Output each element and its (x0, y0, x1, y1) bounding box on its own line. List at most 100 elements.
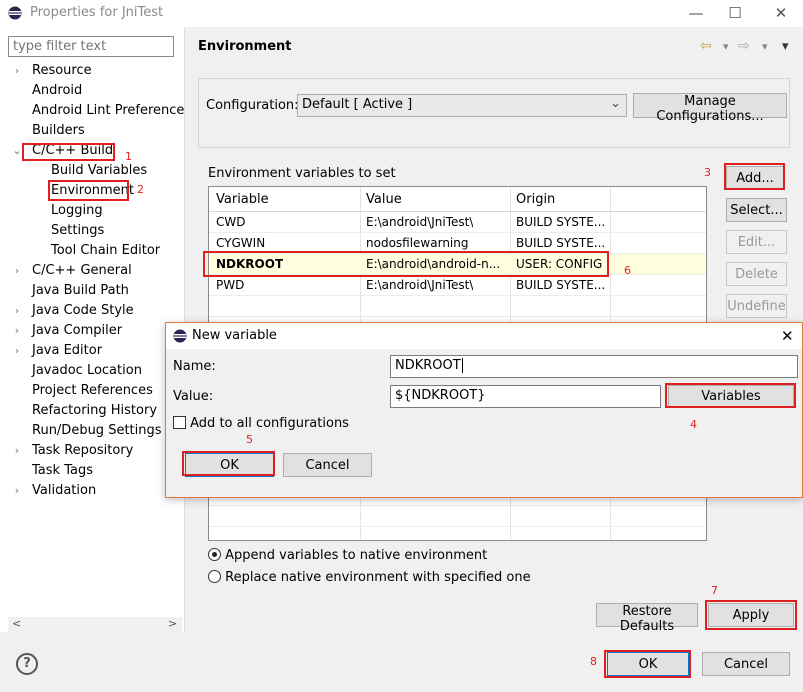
annotation-box-5 (182, 451, 275, 476)
dialog-cancel-button[interactable]: Cancel (283, 453, 372, 477)
window-title: Properties for JniTest (30, 5, 164, 20)
annotation-box-1 (22, 143, 115, 161)
chevron-right-icon[interactable]: › (12, 261, 22, 281)
cancel-button[interactable]: Cancel (702, 652, 790, 676)
scroll-left-arrow[interactable]: < (12, 617, 21, 630)
row-origin: BUILD SYSTE... (516, 278, 606, 292)
tree-item-label: Refactoring History (32, 403, 158, 418)
tree-item[interactable]: › Resource (12, 61, 182, 81)
tree-item[interactable]: Settings (12, 221, 182, 241)
chevron-right-icon[interactable]: › (12, 321, 22, 341)
back-menu-icon[interactable]: ▾ (723, 40, 729, 53)
tree-item[interactable]: Task Tags (12, 461, 182, 481)
tree-item[interactable]: Project References (12, 381, 182, 401)
edit-button[interactable]: Edit... (726, 230, 787, 254)
table-row[interactable]: CWD E:\android\JniTest\ BUILD SYSTE... (209, 212, 706, 232)
chevron-right-icon[interactable]: › (12, 341, 22, 361)
name-field-value: NDKROOT (395, 358, 461, 373)
radio-button-icon (208, 548, 221, 561)
text-cursor (461, 358, 463, 373)
tree-item-label: Task Tags (32, 463, 93, 478)
row-origin: BUILD SYSTE... (516, 236, 606, 250)
forward-menu-icon[interactable]: ▾ (762, 40, 768, 53)
tree-item-label: Javadoc Location (32, 363, 142, 378)
help-icon[interactable]: ? (16, 653, 38, 675)
tree-item[interactable]: › Java Compiler (12, 321, 182, 341)
filter-input[interactable] (8, 36, 174, 57)
tree-item-label: Validation (32, 483, 97, 498)
chevron-down-icon[interactable]: ⌄ (12, 141, 22, 161)
manage-configurations-button[interactable]: Manage Configurations... (633, 93, 787, 124)
column-header-variable[interactable]: Variable (216, 192, 269, 207)
tree-item[interactable]: Builders (12, 121, 182, 141)
tree-item-label: Run/Debug Settings (32, 423, 162, 438)
tree-item[interactable]: › Task Repository (12, 441, 182, 461)
tree-item[interactable]: Logging (12, 201, 182, 221)
annotation-number: 8 (590, 655, 597, 668)
tree-item[interactable]: Tool Chain Editor (12, 241, 182, 261)
column-header-value[interactable]: Value (366, 192, 402, 207)
table-row[interactable]: PWD E:\android\JniTest\ BUILD SYSTE... (209, 275, 706, 295)
tree-item-label: Builders (32, 123, 85, 138)
row-variable: CYGWIN (216, 236, 266, 250)
annotation-number: 6 (624, 264, 631, 277)
minimize-button[interactable]: — (686, 3, 706, 23)
replace-radio[interactable]: Replace native environment with specifie… (208, 570, 531, 586)
add-to-all-checkbox[interactable]: Add to all configurations (173, 416, 349, 431)
close-icon[interactable]: ✕ (781, 327, 794, 345)
tree-item[interactable]: Android (12, 81, 182, 101)
tree-item-label: C/C++ General (32, 263, 132, 278)
tree-item[interactable]: Refactoring History (12, 401, 182, 421)
tree-item[interactable]: Run/Debug Settings (12, 421, 182, 441)
row-value: nodosfilewarning (366, 236, 469, 250)
row-variable: PWD (216, 278, 245, 292)
tree-item-label: Task Repository (32, 443, 134, 458)
close-window-button[interactable]: ✕ (771, 3, 791, 23)
back-arrow-icon[interactable]: ⇦ (700, 38, 712, 54)
tree-item[interactable]: Java Build Path (12, 281, 182, 301)
append-radio-label: Append variables to native environment (225, 548, 488, 563)
select-button[interactable]: Select... (726, 198, 787, 222)
chevron-right-icon[interactable]: › (12, 481, 22, 501)
eclipse-icon (173, 329, 187, 343)
chevron-right-icon[interactable]: › (12, 441, 22, 461)
tree-item[interactable]: › Java Editor (12, 341, 182, 361)
value-field-value: ${NDKROOT} (395, 388, 486, 403)
eclipse-icon (8, 6, 22, 20)
tree-item[interactable]: Build Variables (12, 161, 182, 181)
undefine-button[interactable]: Undefine (726, 294, 787, 318)
tree-item[interactable]: › C/C++ General (12, 261, 182, 281)
tree-horizontal-scrollbar[interactable]: < > (8, 617, 182, 632)
property-tree: › Resource Android Android Lint Preferences… (12, 61, 191, 501)
tree-item-label: Logging (51, 203, 103, 218)
maximize-button[interactable]: ☐ (725, 3, 745, 23)
name-label: Name: (173, 359, 216, 374)
value-label: Value: (173, 389, 214, 404)
chevron-right-icon[interactable]: › (12, 61, 22, 81)
append-radio[interactable]: Append variables to native environment (208, 548, 487, 564)
name-field[interactable]: NDKROOT (390, 355, 798, 378)
scroll-right-arrow[interactable]: > (168, 617, 177, 630)
tree-item[interactable]: › Java Code Style (12, 301, 182, 321)
tree-item-label: Android Lint Preferences (32, 103, 192, 118)
annotation-box-8 (604, 650, 691, 678)
annotation-number: 3 (704, 166, 711, 179)
tree-item[interactable]: › Validation (12, 481, 182, 501)
column-header-origin[interactable]: Origin (516, 192, 555, 207)
annotation-number: 1 (125, 150, 132, 163)
configuration-label: Configuration: (206, 98, 299, 113)
delete-button[interactable]: Delete (726, 262, 787, 286)
tree-item[interactable]: Android Lint Preferences (12, 101, 191, 121)
restore-defaults-button[interactable]: Restore Defaults (596, 603, 698, 634)
tree-item-label: Resource (32, 63, 92, 78)
env-vars-label: Environment variables to set (208, 166, 396, 181)
table-row[interactable]: CYGWIN nodosfilewarning BUILD SYSTE... (209, 233, 706, 253)
view-menu-icon[interactable]: ▾ (782, 39, 789, 54)
chevron-right-icon[interactable]: › (12, 301, 22, 321)
forward-arrow-icon[interactable]: ⇨ (738, 38, 750, 54)
row-origin: BUILD SYSTE... (516, 215, 606, 229)
tree-item[interactable]: Javadoc Location (12, 361, 182, 381)
tree-item-label: Java Compiler (32, 323, 123, 338)
configuration-select[interactable]: Default [ Active ] ⌄ (297, 94, 627, 117)
value-field[interactable]: ${NDKROOT} (390, 385, 661, 408)
